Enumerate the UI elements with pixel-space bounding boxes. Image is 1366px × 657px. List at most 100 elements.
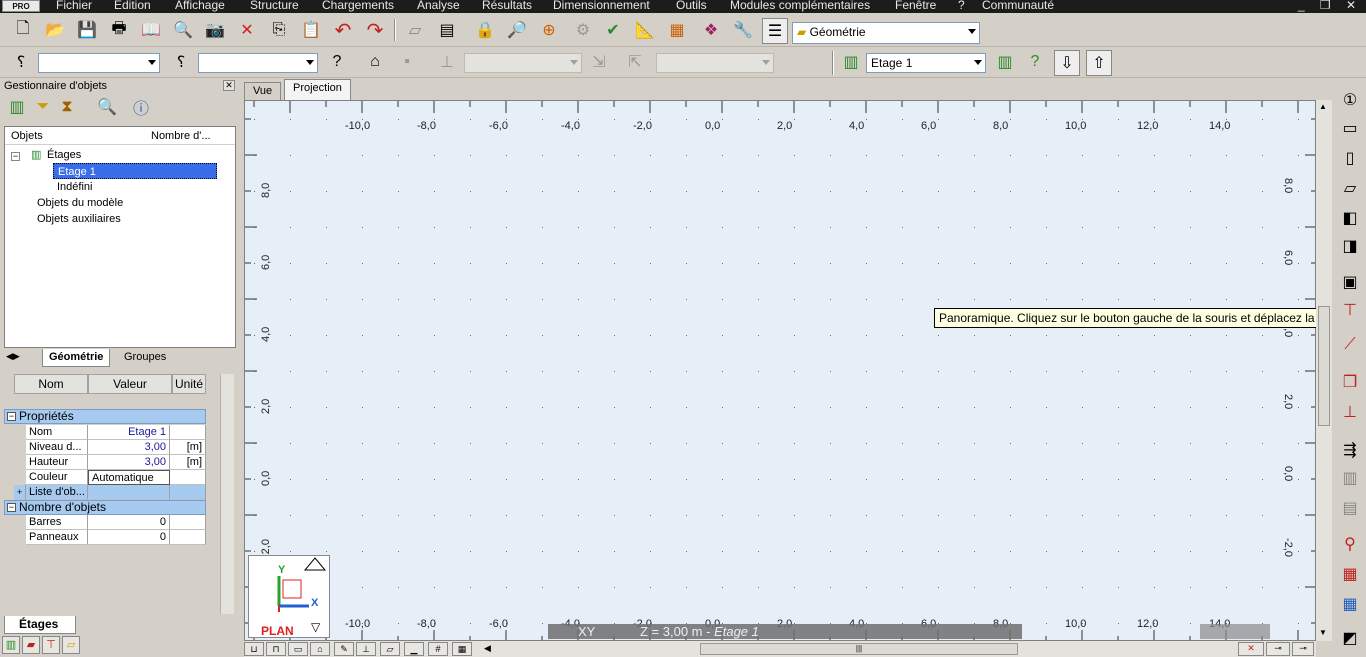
collapse-icon[interactable]: − [7, 412, 16, 421]
zoom-icon[interactable]: 🔎 [504, 17, 530, 43]
support-icon[interactable]: ⊥ [434, 49, 460, 75]
filter-icon[interactable]: ⏷ [32, 96, 54, 118]
view-btn-5[interactable]: ✎ [334, 642, 354, 656]
combo-4[interactable] [656, 53, 774, 73]
prop-row[interactable]: Hauteur 3,00 [m] [26, 455, 206, 470]
floor-icon[interactable]: ▥ [838, 49, 864, 75]
menu-communaute[interactable]: Communauté [982, 0, 1054, 12]
panel-icon[interactable]: ▪ [394, 49, 420, 75]
prop-row[interactable]: Niveau d... 3,00 [m] [26, 440, 206, 455]
menu-fenetre[interactable]: Fenêtre [895, 0, 936, 12]
view-btn-4[interactable]: ⌂ [310, 642, 330, 656]
tree-objets-modele[interactable]: Objets du modèle [37, 195, 123, 211]
close-icon[interactable]: ✕ [223, 80, 235, 91]
level-down-icon[interactable]: ⇩ [1054, 50, 1080, 76]
tab-etages[interactable]: Étages [4, 616, 76, 634]
prop-value[interactable] [88, 485, 170, 500]
view-btn-3[interactable]: ▭ [288, 642, 308, 656]
load-icon[interactable]: ⇲ [586, 49, 612, 75]
menu-modules[interactable]: Modules complémentaires [730, 0, 870, 12]
menu-fichier[interactable]: Fichier [56, 0, 92, 12]
settings-gear-icon[interactable]: ⚙ [570, 17, 596, 43]
opening-icon[interactable]: ⟋ [1338, 334, 1362, 356]
cube-3d-icon[interactable]: ◩ [1338, 628, 1362, 650]
mesh-icon[interactable]: ▦ [664, 17, 690, 43]
prop-row[interactable]: Barres 0 [26, 515, 206, 530]
horizontal-scrollbar[interactable]: ⊔ ⊓ ▭ ⌂ ✎ ⊥ ▱ ▁ # ▦ ◀ ||| ✕ ⊸ ⊸ [244, 641, 1316, 657]
print-icon[interactable]: 🖶 [106, 17, 132, 43]
tab-geometrie[interactable]: Géométrie [42, 349, 111, 367]
undo-icon[interactable]: ↶ [330, 17, 356, 43]
view-btn-1[interactable]: ⊔ [244, 642, 264, 656]
components-icon[interactable]: ❖ [698, 17, 724, 43]
camera-icon[interactable]: 📷 [202, 17, 228, 43]
section-icon[interactable]: ▱ [402, 17, 428, 43]
menu-edition[interactable]: Edition [114, 0, 151, 12]
menu-dimensionnement[interactable]: Dimensionnement [553, 0, 650, 12]
menu-chargements[interactable]: Chargements [322, 0, 394, 12]
column-unite[interactable]: Unité [172, 374, 206, 394]
view-btn-2[interactable]: ⊓ [266, 642, 286, 656]
delete-icon[interactable]: ✕ [234, 17, 260, 43]
prop-value[interactable]: Etage 1 [88, 425, 170, 440]
tab-vue[interactable]: Vue [244, 82, 282, 101]
view-btn-12[interactable]: ⊸ [1266, 642, 1290, 656]
list-view-icon[interactable]: ☰ [762, 18, 788, 44]
slab-icon[interactable]: ▱ [62, 636, 80, 654]
prop-value[interactable]: 3,00 [88, 440, 170, 455]
t-beam-icon[interactable]: ⊤ [1338, 300, 1362, 322]
hourglass-icon[interactable]: ⧗ [56, 96, 78, 118]
pick-icon[interactable]: ⸮ [8, 49, 34, 75]
combo-3[interactable] [464, 53, 582, 73]
wall-2-icon[interactable]: ◨ [1338, 236, 1362, 258]
view-btn-13[interactable]: ⊸ [1292, 642, 1314, 656]
prop-row[interactable]: Couleur Automatique [26, 470, 206, 485]
wall-icon[interactable]: ◧ [1338, 208, 1362, 230]
tree-indefini[interactable]: Indéfini [57, 179, 92, 195]
print-preview-icon[interactable]: 🔍 [170, 17, 196, 43]
tab-groupes[interactable]: Groupes [118, 349, 172, 367]
slab-icon[interactable]: ▱ [1338, 178, 1362, 200]
nav-down-icon[interactable]: ▽ [311, 620, 320, 634]
combo-2[interactable] [198, 53, 318, 73]
help-icon[interactable]: ⓘ [130, 96, 152, 118]
expand-icon[interactable]: + [14, 485, 26, 500]
section-nombre-objets[interactable]: − Nombre d'objets [4, 500, 206, 515]
tree-etages[interactable]: Étages [47, 147, 81, 163]
menu-resultats[interactable]: Résultats [482, 0, 532, 12]
pick-help-icon[interactable]: ? [324, 49, 350, 75]
tree-etage-1[interactable]: Etage 1 [53, 163, 217, 179]
frame-icon[interactable]: ▦ [1338, 564, 1362, 586]
vertical-scrollbar[interactable]: ▲ ▼ [1316, 100, 1332, 641]
floor-icon[interactable]: ▥ [6, 96, 28, 118]
window-controls[interactable]: _ ❐ ✕ [1298, 0, 1362, 12]
floor-icon[interactable]: ▥ [2, 636, 20, 654]
open-icon[interactable]: 📂 [42, 17, 68, 43]
view-btn-9[interactable]: # [428, 642, 448, 656]
properties-scrollbar[interactable] [220, 374, 234, 614]
pick-line-icon[interactable]: ⸮ [168, 49, 194, 75]
release-icon[interactable]: ⚲ [1338, 534, 1362, 556]
scroll-thumb[interactable] [1318, 306, 1330, 426]
grid-table-icon[interactable]: ▦ [1338, 594, 1362, 616]
expand-icon[interactable]: − [11, 152, 20, 161]
column-valeur[interactable]: Valeur [88, 374, 172, 394]
redo-icon[interactable]: ↷ [362, 17, 388, 43]
book-icon[interactable]: 📖 [138, 17, 164, 43]
scroll-down-icon[interactable]: ▼ [1319, 628, 1327, 637]
drawing-view[interactable]: -10,0-10,0-8,0-8,0-6,0-6,0-4,0-4,0-2,0-2… [244, 100, 1316, 641]
lock-icon[interactable]: 🔒 [472, 17, 498, 43]
paste-icon[interactable]: 📋 [298, 17, 324, 43]
measure-icon[interactable]: 📐 [632, 17, 658, 43]
block-icon[interactable]: ▣ [1338, 272, 1362, 294]
load-case-icon[interactable]: ⇱ [622, 49, 648, 75]
prop-row[interactable]: + Liste d'ob... [14, 485, 206, 500]
load-icon[interactable]: ⇶ [1338, 440, 1362, 462]
zoom-target-icon[interactable]: ⊕ [536, 17, 562, 43]
column-nom[interactable]: Nom [14, 374, 88, 394]
floor-help-icon[interactable]: ? [1022, 49, 1048, 75]
mode-combo[interactable]: ▰ Géométrie [792, 22, 980, 44]
wall-icon[interactable]: ▰ [22, 636, 40, 654]
tab-projection[interactable]: Projection [284, 79, 351, 101]
column-objets[interactable]: Objets [11, 130, 43, 142]
